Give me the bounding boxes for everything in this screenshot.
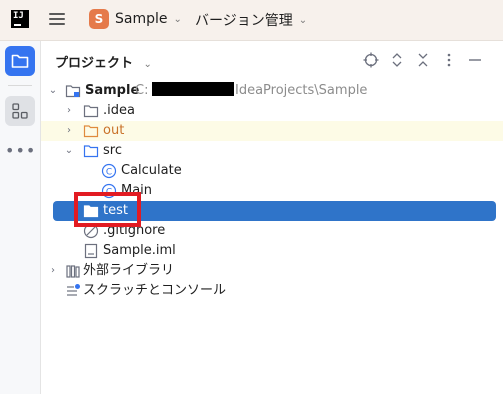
chevron-down-icon[interactable]: ⌄ bbox=[47, 84, 59, 98]
project-name: Sample bbox=[115, 11, 168, 27]
root-path-suffix: IdeaProjects\Sample bbox=[235, 83, 368, 98]
locate-icon[interactable] bbox=[363, 52, 379, 68]
vcs-menu[interactable]: バージョン管理 ⌄ bbox=[195, 10, 307, 30]
folder-icon bbox=[11, 54, 29, 68]
tree-row-scratches[interactable]: スクラッチとコンソール bbox=[41, 281, 503, 301]
structure-icon bbox=[12, 103, 28, 119]
intellij-logo[interactable]: IJ bbox=[11, 10, 29, 28]
root-name: Sample bbox=[85, 83, 140, 98]
tree-label-src: src bbox=[103, 143, 122, 158]
vcs-label: バージョン管理 bbox=[195, 13, 293, 29]
svg-text:C: C bbox=[106, 168, 112, 178]
tree-row-calculate[interactable]: C Calculate bbox=[41, 161, 503, 181]
tree-label-calculate: Calculate bbox=[121, 163, 182, 178]
tree-row-src[interactable]: ⌄ src bbox=[41, 141, 503, 161]
tree-label-scratches: スクラッチとコンソール bbox=[83, 283, 227, 298]
tree-row-external-libraries[interactable]: › 外部ライブラリ bbox=[41, 261, 503, 281]
tree-label-idea: .idea bbox=[103, 103, 135, 118]
source-folder-icon bbox=[83, 143, 99, 159]
folder-icon bbox=[83, 103, 99, 119]
tree-row-out[interactable]: › out bbox=[41, 121, 503, 141]
chevron-down-icon: ⌄ bbox=[173, 13, 182, 25]
main-menu-icon[interactable] bbox=[49, 12, 65, 26]
panel-title-label: プロジェクト bbox=[55, 56, 134, 71]
tree-label-out: out bbox=[103, 123, 125, 138]
project-panel-header: プロジェクト ⌄ bbox=[41, 41, 503, 79]
redaction-box bbox=[152, 82, 234, 96]
excluded-folder-icon bbox=[83, 123, 99, 139]
module-folder-icon bbox=[65, 83, 81, 99]
tree-row-iml[interactable]: Sample.iml bbox=[41, 241, 503, 261]
panel-title[interactable]: プロジェクト ⌄ bbox=[55, 52, 152, 71]
library-icon bbox=[65, 263, 81, 279]
project-switcher[interactable]: S Sample ⌄ bbox=[89, 8, 182, 30]
tree-label-external-libraries: 外部ライブラリ bbox=[83, 263, 175, 278]
tree-label-iml: Sample.iml bbox=[103, 243, 176, 258]
collapse-all-icon[interactable] bbox=[415, 52, 431, 68]
chevron-right-icon[interactable]: › bbox=[63, 124, 75, 138]
annotation-highlight-box bbox=[74, 192, 141, 227]
tool-window-strip: ••• bbox=[0, 41, 41, 394]
root-path-prefix: C: bbox=[135, 83, 149, 98]
chevron-down-icon: ⌄ bbox=[298, 14, 308, 26]
project-tool-button[interactable] bbox=[5, 46, 35, 76]
module-file-icon bbox=[83, 243, 99, 259]
chevron-down-icon[interactable]: ⌄ bbox=[63, 144, 75, 158]
project-badge: S bbox=[89, 9, 109, 29]
options-icon[interactable] bbox=[441, 52, 457, 68]
strip-divider bbox=[8, 85, 32, 86]
more-tools-icon[interactable]: ••• bbox=[5, 141, 35, 171]
chevron-down-icon: ⌄ bbox=[143, 59, 152, 70]
java-class-icon: C bbox=[101, 163, 117, 179]
chevron-right-icon[interactable]: › bbox=[47, 264, 59, 278]
chevron-right-icon[interactable]: › bbox=[63, 104, 75, 118]
scratches-icon bbox=[65, 283, 81, 299]
tree-row-root[interactable]: ⌄ Sample C: IdeaProjects\Sample bbox=[41, 81, 503, 101]
expand-all-icon[interactable] bbox=[389, 52, 405, 68]
logo-text: IJ bbox=[13, 11, 24, 21]
structure-tool-button[interactable] bbox=[5, 96, 35, 126]
title-bar: IJ S Sample ⌄ バージョン管理 ⌄ bbox=[0, 0, 503, 41]
hide-panel-icon[interactable] bbox=[467, 52, 483, 68]
tree-row-idea[interactable]: › .idea bbox=[41, 101, 503, 121]
